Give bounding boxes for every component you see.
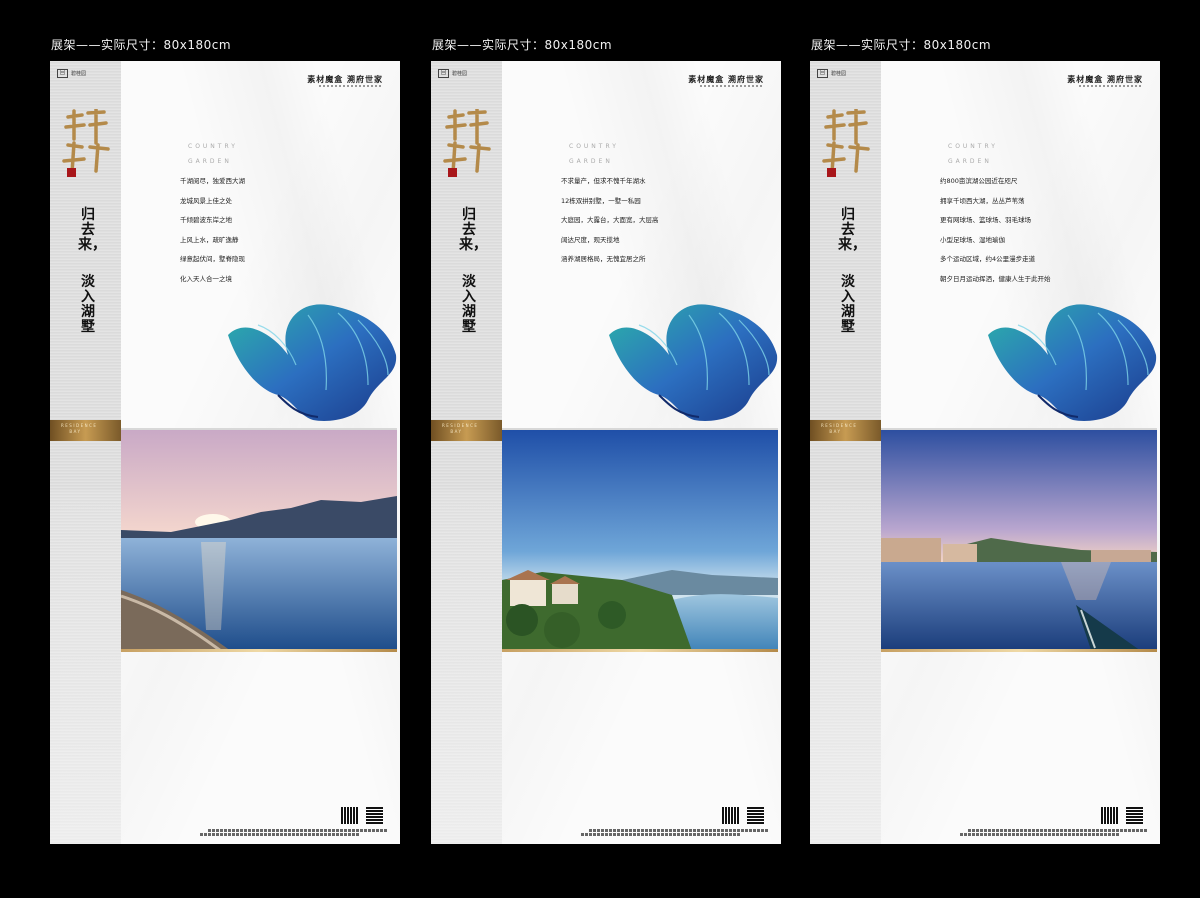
blue-flower-sculpture: [609, 304, 778, 421]
qr-code[interactable]: [747, 807, 764, 824]
red-seal: [67, 168, 76, 177]
brand-title: 素材魔盒 溯府世家: [1067, 74, 1143, 84]
blue-flower-sculpture: [988, 304, 1157, 421]
country-garden-label: COUNTRY GARDEN: [948, 143, 998, 165]
body-copy: 约800亩滨湖公园近在咫尺 拥享千顷西大湖，丛丛芦苇荡 更有网球场、篮球场、羽毛球场…: [940, 177, 1051, 283]
body-copy: 千湖阅尽，独爱西大湖 龙城风景上佳之处 千倾碧波东岸之地 上风上水，疏旷逸静 绿意起伏…: [180, 177, 245, 283]
display-panel-3: 回碧桂园 归去来， 淡入湖墅 RESIDENCE BAY 素材魔盒 溯府世家 C…: [810, 61, 1160, 844]
small-logo: 回碧桂园: [57, 69, 86, 78]
country-garden-label: COUNTRY GARDEN: [569, 143, 619, 165]
sunset-lake-photo: [121, 430, 397, 651]
gold-label: RESIDENCE BAY: [50, 420, 121, 441]
vertical-slogan: 归去来， 淡入湖墅: [838, 207, 866, 335]
qr-code[interactable]: [341, 807, 358, 824]
qr-code[interactable]: [1126, 807, 1143, 824]
gold-label: RESIDENCE BAY: [810, 420, 881, 441]
country-garden-label: COUNTRY GARDEN: [188, 143, 238, 165]
panel-2-caption: 展架——实际尺寸：80x180cm: [432, 38, 613, 52]
qr-code[interactable]: [1101, 807, 1118, 824]
blue-flower-sculpture: [228, 304, 397, 421]
villa-lake-photo: [502, 430, 778, 651]
qr-code[interactable]: [366, 807, 383, 824]
vertical-slogan: 归去来， 淡入湖墅: [78, 207, 106, 335]
small-logo: 回碧桂园: [438, 69, 467, 78]
red-seal: [827, 168, 836, 177]
display-panel-2: 回碧桂园 归去来， 淡入湖墅 RESIDENCE BAY 素材魔盒 溯府世家 C…: [431, 61, 781, 844]
small-logo: 回碧桂园: [817, 69, 846, 78]
brand-title: 素材魔盒 溯府世家: [307, 74, 383, 84]
qr-code[interactable]: [722, 807, 739, 824]
gold-label: RESIDENCE BAY: [431, 420, 502, 441]
panel-1-caption: 展架——实际尺寸：80x180cm: [51, 38, 232, 52]
body-copy: 不求量产，但求不愧千年湖水 12栋双拼别墅，一墅一私园 大庭园，大露台，大面宽，大层…: [561, 177, 659, 263]
vertical-slogan: 归去来， 淡入湖墅: [459, 207, 487, 335]
red-seal: [448, 168, 457, 177]
brand-title: 素材魔盒 溯府世家: [688, 74, 764, 84]
panel-3-caption: 展架——实际尺寸：80x180cm: [811, 38, 992, 52]
display-panel-1: 回碧桂园 归去来， 淡入湖墅 RESIDENCE BAY 素材魔盒 溯府世家 C…: [50, 61, 400, 844]
evening-lake-photo: [881, 430, 1157, 651]
